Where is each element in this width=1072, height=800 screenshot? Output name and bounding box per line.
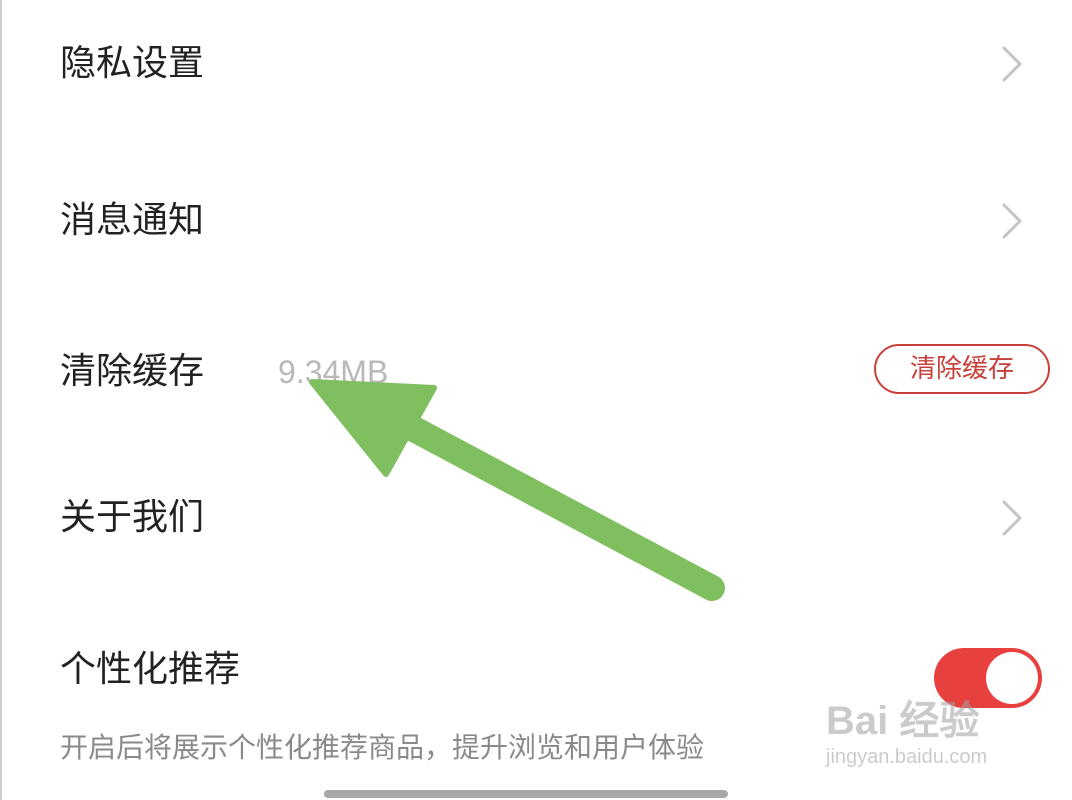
settings-row-label: 隐私设置	[60, 43, 205, 84]
settings-row-privacy[interactable]: 隐私设置	[0, 44, 1072, 88]
home-indicator[interactable]	[324, 790, 728, 798]
settings-row-label: 关于我们	[60, 497, 205, 538]
settings-row-clear-cache: 清除缓存 9.34MB 清除缓存	[0, 344, 1072, 400]
settings-row-notifications[interactable]: 消息通知	[0, 201, 1072, 245]
watermark: Bai 经验 jingyan.baidu.com	[826, 688, 1066, 788]
watermark-url: jingyan.baidu.com	[826, 746, 988, 768]
settings-row-label: 消息通知	[60, 200, 205, 241]
clear-cache-button[interactable]: 清除缓存	[874, 344, 1050, 394]
chevron-right-icon	[1002, 203, 1022, 239]
settings-row-label: 个性化推荐	[60, 649, 241, 690]
cache-size-value: 9.34MB	[278, 354, 389, 390]
personalized-description: 开启后将展示个性化推荐商品，提升浏览和用户体验	[60, 731, 705, 764]
chevron-right-icon	[1002, 500, 1022, 536]
settings-row-label: 清除缓存	[60, 351, 205, 392]
watermark-brand: Bai 经验	[826, 699, 980, 743]
settings-row-about[interactable]: 关于我们	[0, 498, 1072, 542]
chevron-right-icon	[1002, 46, 1022, 82]
